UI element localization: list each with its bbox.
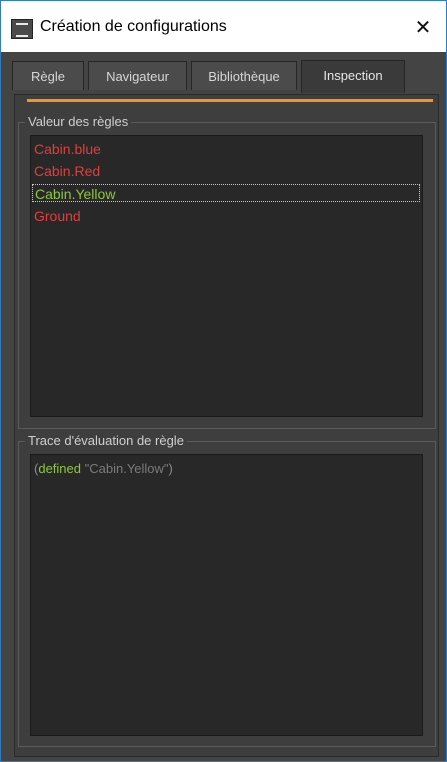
trace-keyword: defined [38,461,81,476]
inspection-panel: Valeur des règles Cabin.blue Cabin.Red C… [14,94,439,757]
trace-argument: "Cabin.Yellow" [84,461,169,476]
active-tab-indicator [27,99,433,102]
rule-values-title: Valeur des règles [25,114,132,129]
tab-inspection[interactable]: Inspection [301,60,405,93]
trace-output[interactable]: (defined "Cabin.Yellow") [30,454,423,736]
window-title: Création de configurations [40,18,227,35]
tab-bibliotheque[interactable]: Bibliothèque [191,61,297,90]
trace-close-paren: ) [168,461,173,476]
app-icon [11,19,33,39]
list-item[interactable]: Ground [32,207,420,225]
list-item-selected[interactable]: Cabin.Yellow [32,184,420,202]
close-button[interactable]: ✕ [400,1,446,52]
trace-group: Trace d'évaluation de règle (defined "Ca… [18,433,436,747]
trace-line: (defined "Cabin.Yellow") [34,461,173,476]
title-bar[interactable]: Création de configurations ✕ [1,1,446,52]
rule-values-group: Valeur des règles Cabin.blue Cabin.Red C… [18,114,436,429]
trace-title: Trace d'évaluation de règle [25,433,187,448]
tab-regle[interactable]: Règle [12,61,84,90]
tab-strip: Règle Navigateur Bibliothèque Inspection [1,52,446,93]
dialog-body: Règle Navigateur Bibliothèque Inspection… [1,52,446,761]
close-icon: ✕ [414,14,432,39]
dialog-window: Création de configurations ✕ Règle Navig… [0,0,447,762]
list-item[interactable]: Cabin.Red [32,162,420,180]
tab-navigateur[interactable]: Navigateur [88,61,187,90]
rule-values-list[interactable]: Cabin.blue Cabin.Red Cabin.Yellow Ground [30,135,423,417]
list-item[interactable]: Cabin.blue [32,140,420,158]
